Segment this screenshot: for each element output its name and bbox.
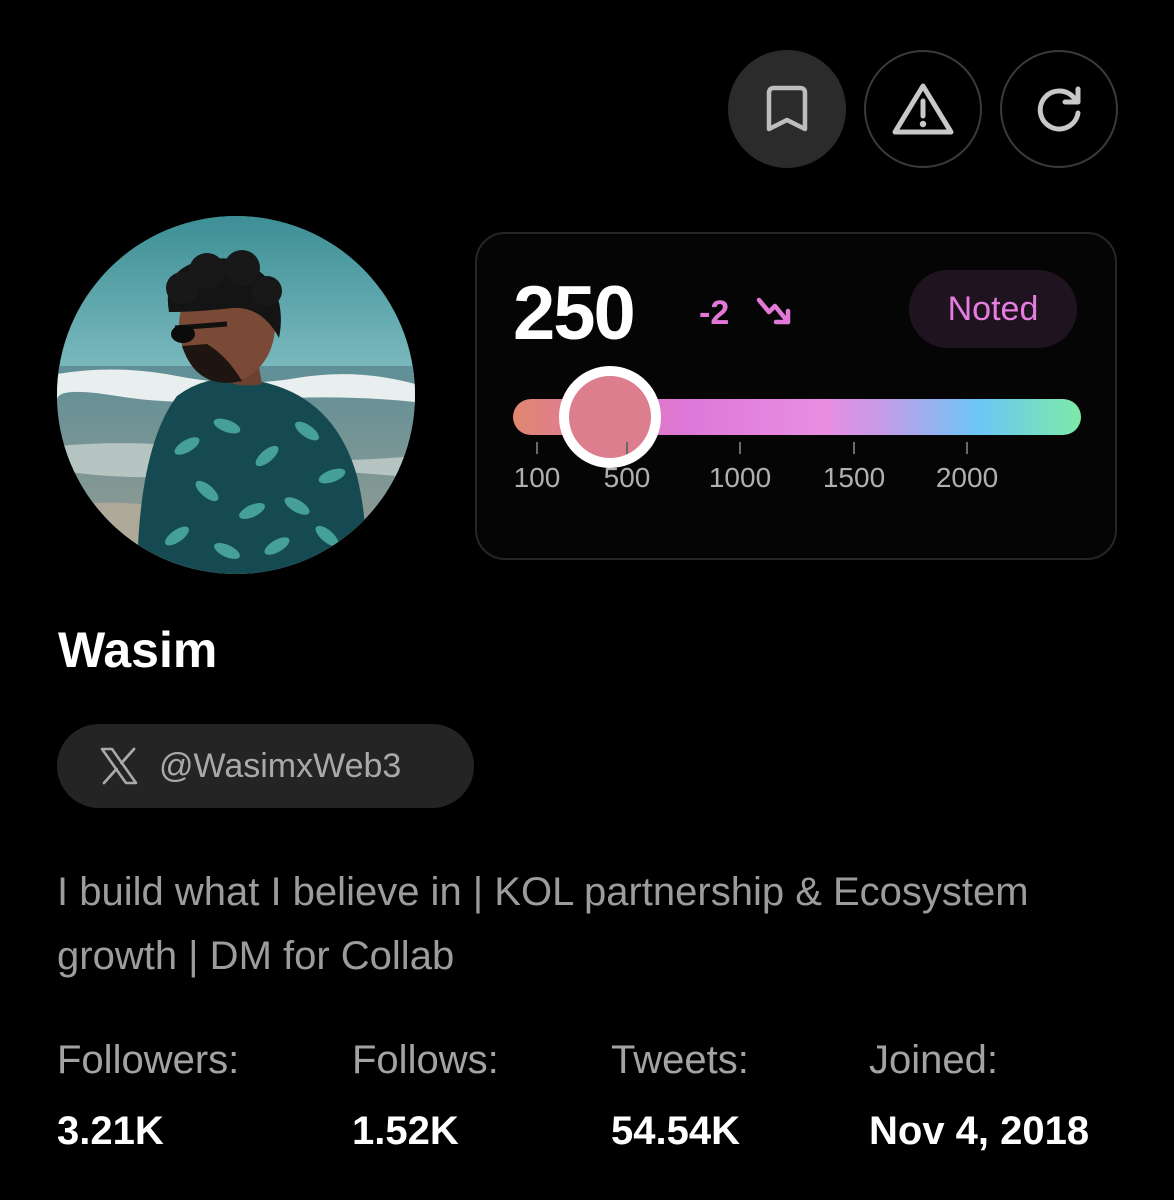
stat-follows: Follows: 1.52K [352, 1034, 499, 1156]
twitter-handle: @WasimxWeb3 [159, 746, 402, 785]
score-delta: -2 [699, 294, 730, 332]
stat-label: Joined: [869, 1038, 998, 1082]
score-slider-thumb[interactable] [559, 366, 661, 468]
refresh-button[interactable] [1000, 50, 1118, 168]
status-badge: Noted [909, 270, 1077, 348]
slider-tick-label: 2000 [935, 462, 999, 493]
stat-value: 1.52K [352, 1109, 459, 1153]
stat-value: 54.54K [611, 1109, 740, 1153]
x-logo-icon [99, 747, 139, 785]
score-value: 250 [513, 271, 636, 356]
stat-label: Follows: [352, 1038, 499, 1082]
stat-value: 3.21K [57, 1109, 164, 1153]
stat-label: Followers: [57, 1038, 240, 1082]
trend-down-icon [756, 297, 791, 325]
stat-tweets: Tweets: 54.54K [611, 1034, 749, 1156]
bookmark-button[interactable] [728, 50, 846, 168]
display-name: Wasim [58, 622, 218, 678]
slider-tick-label: 500 [603, 462, 651, 493]
warning-icon [892, 83, 954, 135]
avatar [57, 216, 415, 574]
slider-tick-label: 100 [513, 462, 561, 493]
slider-tick [966, 442, 968, 454]
top-actions [728, 50, 1118, 168]
score-card: 250 -2 Noted 100 500 1000 1500 2000 [475, 232, 1117, 560]
slider-tick [626, 442, 628, 454]
slider-tick [853, 442, 855, 454]
slider-tick [739, 442, 741, 454]
report-button[interactable] [864, 50, 982, 168]
slider-tick-label: 1000 [708, 462, 772, 493]
slider-tick [536, 442, 538, 454]
twitter-handle-link[interactable]: @WasimxWeb3 [57, 724, 474, 808]
stat-followers: Followers: 3.21K [57, 1034, 239, 1156]
stat-label: Tweets: [611, 1038, 749, 1082]
profile-bio: I build what I believe in | KOL partners… [57, 870, 1029, 978]
bookmark-icon [766, 85, 808, 132]
stat-value: Nov 4, 2018 [869, 1109, 1090, 1153]
refresh-icon [1037, 86, 1081, 132]
slider-tick-label: 1500 [822, 462, 886, 493]
stat-joined: Joined: Nov 4, 2018 [869, 1034, 1089, 1156]
